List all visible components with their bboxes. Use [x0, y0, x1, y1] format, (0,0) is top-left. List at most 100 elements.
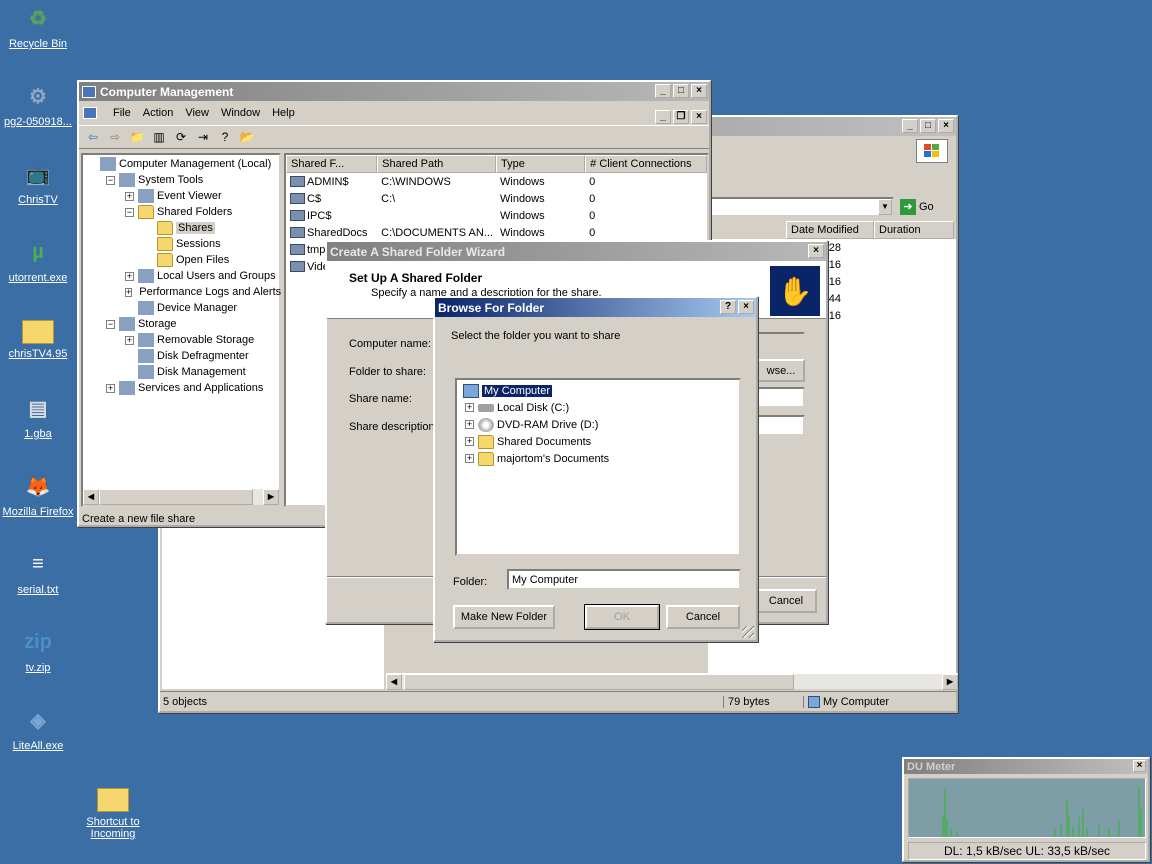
- tree-item[interactable]: Open Files: [83, 252, 279, 268]
- address-bar[interactable]: [708, 197, 894, 217]
- table-row[interactable]: SharedDocs C:\DOCUMENTS AN... Windows 0: [286, 224, 707, 241]
- share-name-field[interactable]: [757, 387, 805, 408]
- wizard-close-button[interactable]: ×: [808, 244, 824, 258]
- desktop-icon[interactable]: ⚙ pg2-050918...: [0, 80, 76, 129]
- cancel-button[interactable]: Cancel: [666, 605, 740, 629]
- refresh-icon[interactable]: ⟳: [171, 128, 191, 146]
- tree-hscrollbar[interactable]: ◀ ▶: [83, 489, 279, 505]
- close-button[interactable]: ×: [938, 119, 954, 133]
- column-header[interactable]: Shared Path: [377, 155, 496, 173]
- folder-tree-item[interactable]: + DVD-RAM Drive (D:): [459, 416, 739, 433]
- table-row[interactable]: ADMIN$ C:\WINDOWS Windows 0: [286, 173, 707, 190]
- column-header[interactable]: Type: [496, 155, 586, 173]
- cm-maximize-button[interactable]: □: [673, 84, 689, 98]
- expand-icon[interactable]: +: [465, 420, 474, 429]
- menu-action[interactable]: Action: [137, 107, 180, 119]
- tree-item[interactable]: − System Tools: [83, 172, 279, 188]
- forward-arrow-icon[interactable]: ⇨: [105, 128, 125, 146]
- tree-item[interactable]: + Local Users and Groups: [83, 268, 279, 284]
- desktop-icon[interactable]: ◈ LiteAll.exe: [0, 704, 76, 753]
- tree-item[interactable]: + Performance Logs and Alerts: [83, 284, 281, 300]
- export-list-icon[interactable]: ⇥: [193, 128, 213, 146]
- column-duration[interactable]: Duration: [874, 221, 954, 239]
- desktop-icon[interactable]: ≡ serial.txt: [0, 548, 76, 597]
- help-icon[interactable]: ?: [215, 128, 235, 146]
- tree-item[interactable]: + Services and Applications: [83, 380, 279, 396]
- make-new-folder-button[interactable]: Make New Folder: [453, 605, 555, 629]
- tree-item[interactable]: − Storage: [83, 316, 279, 332]
- folder-tree-item[interactable]: + Local Disk (C:): [459, 399, 739, 416]
- child-close-button[interactable]: ×: [691, 110, 707, 124]
- desktop-icon[interactable]: ▤ 1.gba: [0, 392, 76, 441]
- wizard-cancel-button[interactable]: Cancel: [755, 589, 817, 613]
- menu-view[interactable]: View: [179, 107, 215, 119]
- folder-tree-item[interactable]: + Shared Documents: [459, 433, 739, 450]
- menu-help[interactable]: Help: [266, 107, 301, 119]
- expand-icon[interactable]: +: [125, 335, 134, 345]
- resize-grip-icon[interactable]: [742, 626, 754, 638]
- browse-close-button[interactable]: ×: [738, 300, 754, 314]
- computer-name-field[interactable]: [757, 332, 805, 353]
- cm-title-bar[interactable]: Computer Management _ □ ×: [79, 82, 709, 101]
- tree-item[interactable]: Sessions: [83, 236, 279, 252]
- show-hide-tree-icon[interactable]: ▥: [149, 128, 169, 146]
- expand-icon[interactable]: +: [125, 191, 134, 201]
- folder-tree[interactable]: My Computer + Local Disk (C:) + DVD-RAM Driv…: [455, 378, 741, 556]
- column-date-modified[interactable]: Date Modified: [786, 221, 874, 239]
- cm-minimize-button[interactable]: _: [655, 84, 671, 98]
- desktop-icon[interactable]: Shortcut to Incoming: [75, 782, 151, 840]
- tree-item[interactable]: Disk Defragmenter: [83, 348, 279, 364]
- expand-icon[interactable]: +: [106, 383, 115, 393]
- tree-item[interactable]: Computer Management (Local): [83, 156, 279, 172]
- collapse-icon[interactable]: −: [106, 319, 115, 329]
- child-minimize-button[interactable]: _: [655, 110, 671, 124]
- desktop-icon[interactable]: zip tv.zip: [0, 626, 76, 675]
- help-button[interactable]: ?: [720, 300, 736, 314]
- collapse-icon[interactable]: −: [106, 175, 115, 185]
- app-icon: ◈: [30, 709, 46, 732]
- up-folder-icon[interactable]: 📁: [127, 128, 147, 146]
- collapse-icon[interactable]: −: [125, 207, 134, 217]
- ok-button[interactable]: OK: [584, 604, 660, 630]
- go-button[interactable]: ➔ Go: [900, 197, 942, 217]
- desktop-icon[interactable]: 🦊 Mozilla Firefox: [0, 470, 76, 519]
- column-header[interactable]: # Client Connections: [585, 155, 707, 173]
- du-meter-close-button[interactable]: ×: [1133, 760, 1146, 772]
- menu-file[interactable]: File: [107, 107, 137, 119]
- cm-close-button[interactable]: ×: [691, 84, 707, 98]
- new-share-icon[interactable]: 📂: [237, 128, 257, 146]
- expand-icon[interactable]: +: [465, 403, 474, 412]
- folder-path-field[interactable]: My Computer: [507, 569, 741, 590]
- tree-item[interactable]: Shares: [83, 220, 279, 236]
- table-row[interactable]: IPC$ Windows 0: [286, 207, 707, 224]
- desktop-icon[interactable]: µ utorrent.exe: [0, 236, 76, 285]
- tree-item[interactable]: Disk Management: [83, 364, 279, 380]
- address-dropdown[interactable]: ▼: [878, 199, 892, 215]
- child-restore-button[interactable]: ❐: [673, 110, 689, 124]
- back-arrow-icon[interactable]: ⇦: [83, 128, 103, 146]
- maximize-button[interactable]: □: [920, 119, 936, 133]
- share-description-field[interactable]: [757, 415, 805, 436]
- explorer-hscrollbar[interactable]: ◀ ▶: [386, 673, 958, 690]
- browse-title-bar[interactable]: Browse For Folder ? ×: [435, 298, 756, 317]
- minimize-button[interactable]: _: [902, 119, 918, 133]
- expand-icon[interactable]: +: [125, 287, 133, 297]
- browse-button[interactable]: wse...: [757, 359, 805, 382]
- desktop-icon[interactable]: ♻ Recycle Bin: [0, 2, 76, 51]
- menu-window[interactable]: Window: [215, 107, 266, 119]
- expand-icon[interactable]: +: [125, 271, 134, 281]
- wizard-title-bar[interactable]: Create A Shared Folder Wizard ×: [327, 242, 826, 261]
- tree-item[interactable]: + Removable Storage: [83, 332, 279, 348]
- expand-icon[interactable]: +: [465, 437, 474, 446]
- folder-tree-item[interactable]: My Computer: [459, 382, 739, 399]
- folder-tree-item[interactable]: + majortom's Documents: [459, 450, 739, 467]
- tree-item[interactable]: − Shared Folders: [83, 204, 279, 220]
- tree-item[interactable]: + Event Viewer: [83, 188, 279, 204]
- expand-icon[interactable]: +: [465, 454, 474, 463]
- desktop-icon[interactable]: 📺 ChrisTV: [0, 158, 76, 207]
- du-meter-title-bar[interactable]: DU Meter ×: [904, 759, 1148, 774]
- tree-item[interactable]: Device Manager: [83, 300, 279, 316]
- desktop-icon[interactable]: chrisTV4.95: [0, 314, 76, 360]
- column-header[interactable]: Shared F...: [286, 155, 378, 173]
- table-row[interactable]: C$ C:\ Windows 0: [286, 190, 707, 207]
